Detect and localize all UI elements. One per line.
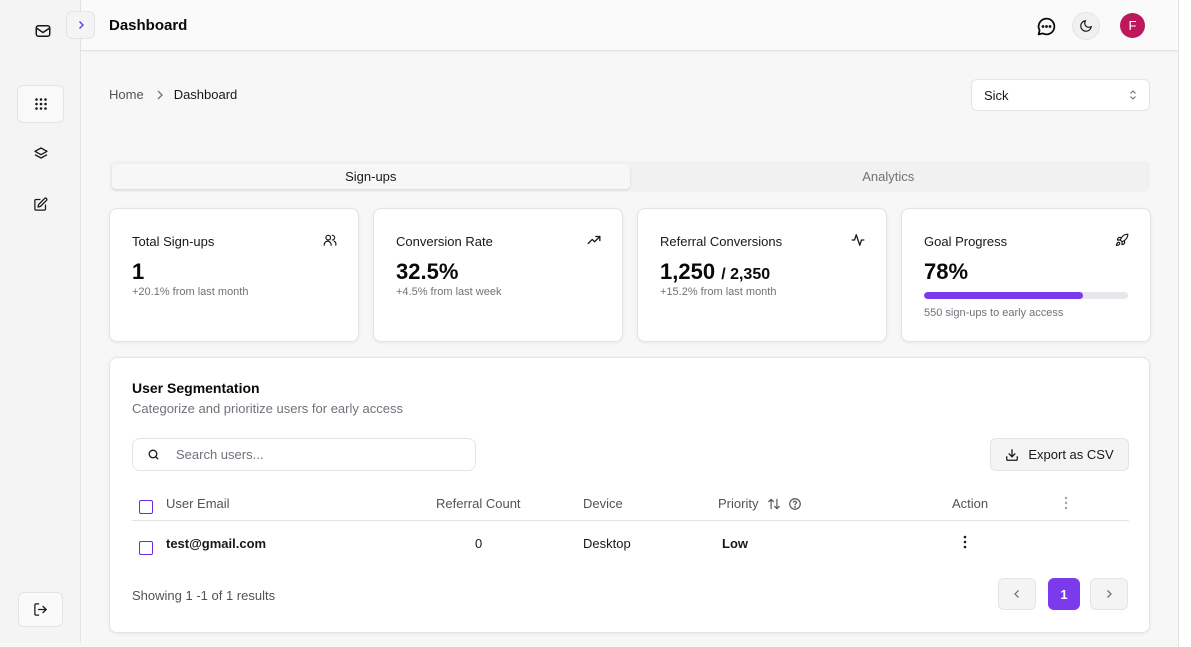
page-button-current[interactable]: 1: [1048, 578, 1080, 610]
stat-card-total-sign-ups: Total Sign-ups 1 +20.1% from last month: [109, 208, 359, 342]
chevron-left-icon: [1014, 590, 1019, 598]
breadcrumb: Home Dashboard: [109, 87, 237, 102]
theme-toggle-button[interactable]: [1072, 12, 1100, 40]
trending-up-icon: [586, 232, 602, 248]
layers-icon: [33, 147, 48, 159]
next-page-button[interactable]: [1090, 578, 1128, 610]
help-icon[interactable]: [788, 497, 802, 511]
sidebar-item-layers[interactable]: [17, 135, 64, 173]
sidebar-item-grid[interactable]: [17, 85, 64, 123]
export-csv-button[interactable]: Export as CSV: [990, 438, 1129, 471]
sidebar: [0, 0, 81, 643]
breadcrumb-current: Dashboard: [173, 87, 238, 102]
column-options-button[interactable]: [1064, 496, 1068, 510]
top-header: Dashboard F: [81, 0, 1178, 51]
row-checkbox[interactable]: [139, 541, 153, 555]
previous-page-button[interactable]: [998, 578, 1036, 610]
download-icon: [1006, 448, 1019, 461]
tab-analytics[interactable]: Analytics: [630, 164, 1148, 189]
filter-select[interactable]: Sick: [971, 79, 1150, 111]
message-icon: [1037, 17, 1055, 35]
avatar[interactable]: F: [1120, 13, 1145, 38]
column-header-action: Action: [952, 496, 989, 511]
rocket-icon: [1114, 232, 1130, 248]
search-icon: [148, 449, 159, 460]
logout-icon: [34, 603, 47, 616]
chevron-right-icon: [156, 90, 164, 100]
select-all-checkbox[interactable]: [139, 500, 153, 514]
goal-progress-fill: [924, 292, 1084, 299]
stat-card-subtext: +4.5% from last week: [396, 286, 502, 298]
chevron-right-icon: [1107, 590, 1112, 598]
cell-device: Desktop: [583, 536, 631, 551]
stat-card-title: Total Sign-ups: [132, 234, 215, 249]
chevron-up-down-icon: [1130, 90, 1136, 100]
search-box: [132, 438, 476, 471]
activity-icon: [850, 232, 866, 248]
cell-priority: Low: [722, 536, 748, 551]
stat-card-subtext: +20.1% from last month: [132, 286, 249, 298]
more-vertical-icon: [963, 535, 967, 549]
grid-icon: [34, 98, 47, 110]
goal-progress-bar: [924, 292, 1128, 299]
cell-user-email: test@gmail.com: [166, 536, 267, 551]
priority-header-label: Priority: [718, 496, 759, 511]
export-csv-label: Export as CSV: [1028, 447, 1114, 462]
column-header-priority: Priority: [718, 496, 802, 511]
stat-card-value: 1,250 / 2,350: [660, 259, 770, 285]
tab-sign-ups[interactable]: Sign-ups: [112, 164, 630, 189]
pagination-summary: Showing 1 -1 of 1 results: [132, 588, 276, 603]
chevron-right-icon: [78, 21, 84, 29]
stat-card-title: Conversion Rate: [396, 234, 493, 249]
breadcrumb-home-link[interactable]: Home: [109, 87, 144, 102]
row-action-button[interactable]: [963, 535, 967, 552]
stat-card-value: 32.5%: [396, 259, 459, 284]
moon-icon: [1080, 20, 1092, 32]
tab-list: Sign-ups Analytics: [109, 161, 1150, 192]
users-icon: [322, 232, 338, 248]
scrollbar-track[interactable]: [1178, 0, 1191, 647]
sidebar-toggle-button[interactable]: [66, 11, 95, 39]
sort-icon[interactable]: [767, 497, 781, 511]
panel-description: Categorize and prioritize users for earl…: [132, 401, 403, 416]
user-segmentation-panel: User Segmentation Categorize and priorit…: [109, 357, 1150, 633]
stat-card-title: Referral Conversions: [660, 234, 783, 249]
stat-card-subtext: +15.2% from last month: [660, 286, 777, 298]
stat-card-denominator: / 2,350: [721, 266, 771, 283]
filter-select-value: Sick: [984, 87, 1009, 103]
panel-title: User Segmentation: [132, 380, 260, 396]
stat-card-value: 78%: [924, 259, 969, 284]
more-vertical-icon: [1064, 496, 1068, 510]
page-title: Dashboard: [109, 17, 188, 34]
column-header-referral-count[interactable]: Referral Count: [436, 496, 521, 511]
stat-card-numerator: 1,250: [660, 259, 716, 284]
edit-icon: [34, 197, 48, 211]
stat-card-conversion-rate: Conversion Rate 32.5% +4.5% from last we…: [373, 208, 623, 342]
stat-card-value: 1: [132, 259, 145, 284]
chat-button[interactable]: [1032, 12, 1060, 40]
stat-card-title: Goal Progress: [924, 234, 1008, 249]
mail-icon[interactable]: [30, 18, 56, 44]
search-input[interactable]: [176, 447, 456, 462]
sidebar-item-edit[interactable]: [17, 185, 64, 223]
cell-referral-count: 0: [475, 536, 483, 551]
column-header-user-email[interactable]: User Email: [166, 496, 230, 511]
stat-card-subtext: 550 sign-ups to early access: [924, 307, 1064, 319]
stat-card-referral-conversions: Referral Conversions 1,250 / 2,350 +15.2…: [637, 208, 887, 342]
logout-button[interactable]: [18, 592, 63, 627]
stat-card-goal-progress: Goal Progress 78% 550 sign-ups to early …: [901, 208, 1151, 342]
column-header-device[interactable]: Device: [583, 496, 623, 511]
table-divider: [132, 520, 1129, 521]
